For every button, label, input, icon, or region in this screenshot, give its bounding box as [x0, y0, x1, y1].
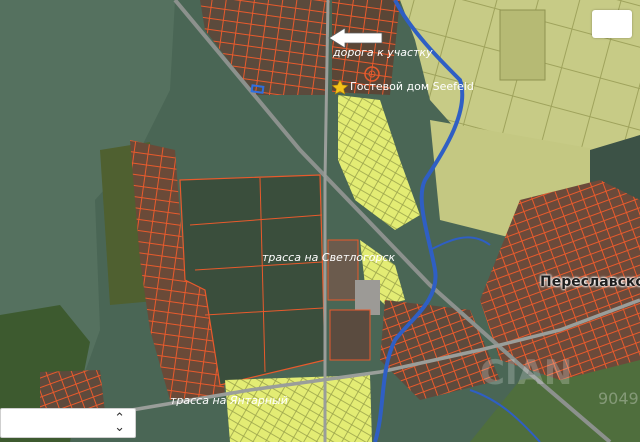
map-control-box[interactable]: [592, 10, 632, 38]
chevron-up-down-icon[interactable]: ⌃ ⌄: [114, 412, 125, 434]
label-road-to-plot: дорога к участку: [333, 46, 433, 59]
watermark: 9049: [598, 389, 639, 408]
label-guest-house: Гостевой дом Seefeld: [350, 80, 474, 93]
field-plot: [499, 9, 546, 81]
watermark-logo: CIAN: [480, 353, 572, 393]
buildings-block: [327, 239, 359, 301]
label-svetlogorsk-route: трасса на Светлогорск: [262, 251, 396, 264]
label-yantarny-route: трасса на Янтарный: [170, 394, 288, 407]
layer-select[interactable]: ⌃ ⌄: [0, 408, 136, 438]
label-pereslavskoe: Переславское: [540, 274, 640, 290]
map-view[interactable]: 9049 CIAN: [0, 0, 640, 442]
